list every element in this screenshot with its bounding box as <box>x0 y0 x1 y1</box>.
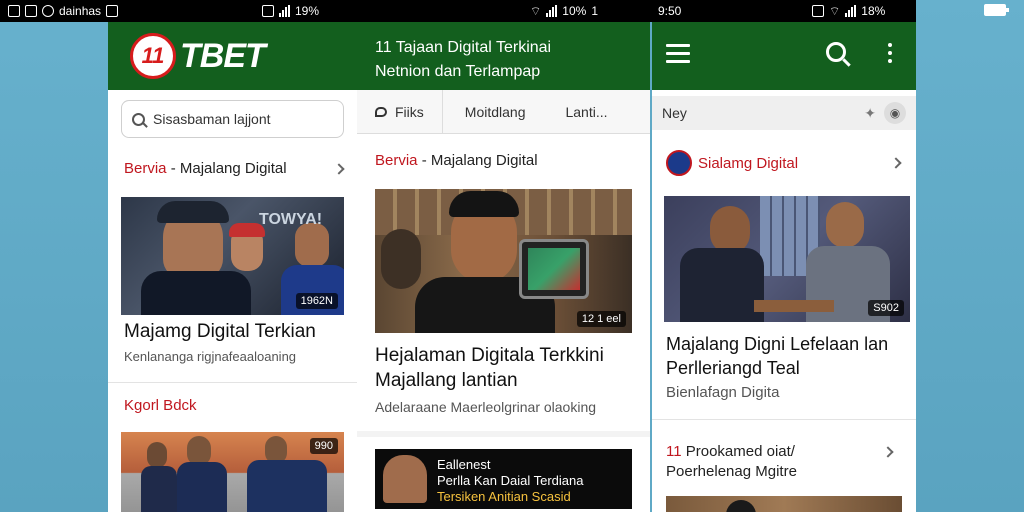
headline-line1: Majalang Digni Lefelaan lan <box>666 334 889 354</box>
signal-icon <box>845 5 857 17</box>
section-title: Bervia - Majalang Digital <box>375 152 538 169</box>
status-segment-left: dainhas <box>8 0 119 22</box>
tab-label: Moitdlang <box>464 103 526 120</box>
tab-label: Fiiks <box>395 103 424 120</box>
signal-icon <box>279 5 290 17</box>
signal-icon <box>546 5 558 17</box>
background-left <box>0 0 108 512</box>
clock: 9:50 <box>658 4 682 18</box>
tab-bar: Fiiks Moitdlang Lanti... <box>357 90 650 134</box>
search-icon[interactable] <box>826 42 846 62</box>
battery-percent: 18% <box>861 4 886 18</box>
section-header[interactable]: Kgorl Bdck <box>108 383 357 424</box>
background-right <box>916 0 1024 512</box>
app-header: 11 TBET <box>108 22 357 90</box>
section-header[interactable]: Bervia - Majalang Digital <box>108 148 357 189</box>
nfc-icon <box>812 5 824 17</box>
time-tag: 1962N <box>295 293 338 309</box>
news-headline[interactable]: Majamg Digital Terkian <box>124 321 341 343</box>
news-thumbnail[interactable]: S902 <box>664 196 910 322</box>
time-tag: S902 <box>868 300 904 316</box>
logo-text: TBET <box>180 36 266 75</box>
headline-line2: Majallang lantian <box>375 370 518 391</box>
promo-line3: Tersiken Anitian Scasid <box>437 489 571 504</box>
tab-moitdlang[interactable]: Moitdlang <box>441 90 548 133</box>
logo-badge: 11 <box>130 33 176 79</box>
location-icon[interactable]: ✦ <box>864 105 876 122</box>
screen-1: 11 TBET Sisasbaman lajjont Bervia - Maja… <box>108 22 357 512</box>
news-subtitle: Adelaraane Maerleolgrinar olaoking <box>375 399 597 415</box>
news-thumbnail[interactable]: 990 <box>121 432 344 512</box>
screen-3: Ney ✦ ◉ Sialamg Digital S902 Majalang Di… <box>652 22 916 512</box>
promo-line2: Perlla Kan Daial Terdiana <box>437 473 584 488</box>
time-tag: 12 1 eel <box>576 311 626 327</box>
chevron-right-icon <box>890 157 902 169</box>
tab-fiiks[interactable]: Fiiks <box>357 90 442 133</box>
tab-label: Lanti... <box>565 103 608 120</box>
status-extra: 1 <box>591 4 598 18</box>
section-logo-icon <box>666 150 692 176</box>
section-header: Bervia - Majalang Digital <box>357 134 650 181</box>
news-card[interactable]: Bervia - Majalang Digital 12 1 eel Hejal… <box>357 134 650 431</box>
chevron-right-icon <box>333 162 345 175</box>
mic-icon[interactable]: ◉ <box>884 102 906 124</box>
app-header <box>652 22 916 90</box>
search-placeholder: Sisasbaman lajjont <box>153 111 271 127</box>
headline-line2: Perlleriangd Teal <box>666 358 800 378</box>
promo-banner[interactable]: Eallenest Perlla Kan Daial Terdiana Ters… <box>375 449 632 509</box>
status-label: dainhas <box>59 4 102 18</box>
wifi-icon: ⌔ <box>530 3 542 18</box>
status-segment-left-right: 19% <box>262 0 319 22</box>
battery-percent: 10% <box>562 4 587 18</box>
status-bar: dainhas 19% ⌔ 10% 1 9:50 ⌔ 18% <box>0 0 916 22</box>
news-thumbnail[interactable] <box>666 496 902 512</box>
app-logo[interactable]: 11 TBET <box>130 33 266 79</box>
chevron-right-icon <box>882 446 894 458</box>
menu-icon[interactable] <box>666 44 690 68</box>
battery-icon <box>984 4 1009 16</box>
search-bar[interactable]: Sisasbaman lajjont <box>121 100 344 138</box>
promo-card[interactable]: Eallenest Perlla Kan Daial Terdiana Ters… <box>357 437 650 512</box>
wifi-icon: ⌔ <box>829 3 841 18</box>
header-title-line2: Netnion dan Terlampap <box>375 63 541 80</box>
screen-2: 11 Tajaan Digital Terkinai Netnion dan T… <box>357 22 650 512</box>
status-segment-right: ⌔ 18% <box>812 0 885 22</box>
notification-icon <box>106 5 119 17</box>
news-thumbnail[interactable]: 12 1 eel <box>375 189 632 333</box>
header-title-line1: 11 Tajaan Digital Terkinai <box>375 39 552 56</box>
promo-avatar <box>383 455 427 503</box>
section-title: Kgorl Bdck <box>124 397 197 414</box>
news-headline[interactable]: Majalang Digni Lefelaan lan Perlleriangd… <box>666 332 902 380</box>
news-headline: Hejalaman Digitala Terkkini Majallang la… <box>375 343 632 393</box>
status-segment-mid: ⌔ 10% 1 <box>530 0 598 22</box>
chat-icon <box>375 106 387 117</box>
section-title: Sialamg Digital <box>698 154 799 172</box>
news-thumbnail[interactable]: TOWYA! 1962N <box>121 197 344 315</box>
app-header: 11 Tajaan Digital Terkinai Netnion dan T… <box>357 22 650 90</box>
search-bar[interactable]: Ney ✦ ◉ <box>652 96 916 130</box>
headline-line1: Hejalaman Digitala Terkkini <box>375 345 604 366</box>
section-header[interactable]: 11 Prookamed oiat/ Poerhelenag Mgitre <box>652 420 916 488</box>
news-subtitle: Bienlafagn Digita <box>666 384 780 401</box>
section-header[interactable]: Sialamg Digital <box>652 130 916 190</box>
news-subtitle: Kenlananga rigjnafeaaloaning <box>124 349 297 364</box>
section-title: Bervia - Majalang Digital <box>124 160 287 177</box>
section-title-wrap: Sialamg Digital <box>666 150 798 176</box>
promo-line1: Eallenest <box>437 457 491 472</box>
photo-brand-text: TOWYA! <box>259 211 323 228</box>
image-icon <box>25 5 37 17</box>
status-segment-right-time: 9:50 <box>658 0 681 22</box>
time-tag: 990 <box>309 438 338 454</box>
app-icon <box>42 5 54 17</box>
gallery-icon <box>8 5 20 17</box>
section-title: 11 Prookamed oiat/ Poerhelenag Mgitre <box>666 443 797 480</box>
search-icon <box>132 112 145 126</box>
photo-icon <box>262 5 274 17</box>
search-text: Ney <box>662 105 687 121</box>
more-vert-icon[interactable] <box>888 43 892 67</box>
battery-percent: 19% <box>295 4 320 18</box>
tab-lanti[interactable]: Lanti... <box>547 90 625 133</box>
